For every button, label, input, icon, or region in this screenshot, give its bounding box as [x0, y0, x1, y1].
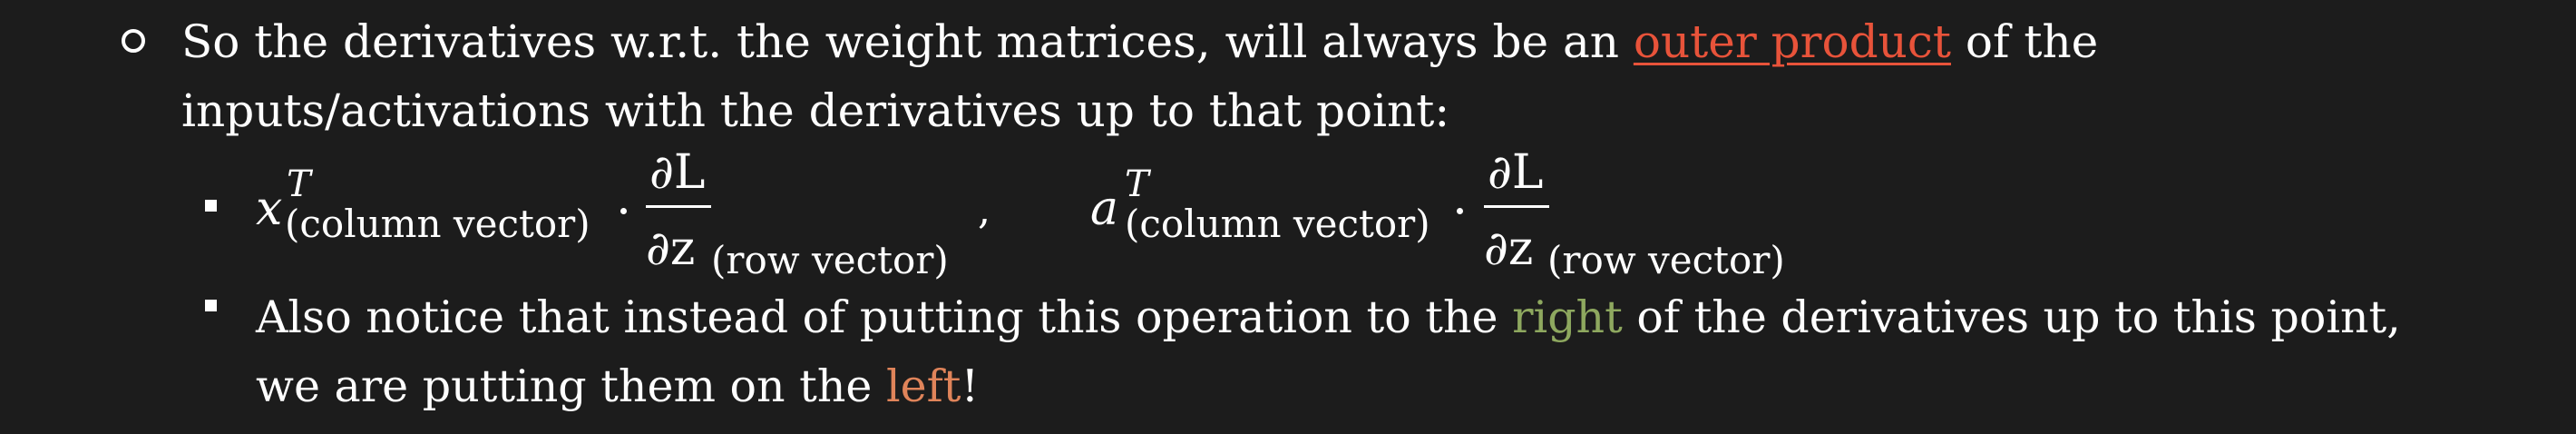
- right-word: right: [1512, 291, 1623, 343]
- formula-x: x: [256, 182, 283, 236]
- formula-a: a: [1090, 182, 1119, 236]
- formula-a-sub: (column vector): [1125, 202, 1430, 246]
- bullet-line-4: Also notice that instead of putting this…: [256, 291, 2401, 345]
- line4-text-before: Also notice that instead of putting this…: [256, 291, 1513, 343]
- formula-frac2-den: ∂z: [1484, 222, 1534, 276]
- line2-text: inputs/activations with the derivatives …: [181, 84, 1450, 137]
- formula-frac2-num: ∂L: [1488, 145, 1544, 200]
- left-word: left: [885, 360, 961, 412]
- formula-frac2-sub: (row vector): [1547, 238, 1785, 282]
- line5-text-after: !: [961, 360, 980, 412]
- line1-text-after: of the: [1950, 15, 2099, 68]
- formula-x-sub: (column vector): [285, 202, 590, 246]
- line5-text-before: we are putting them on the: [256, 360, 886, 412]
- formula-frac1-line: [646, 205, 711, 208]
- formula-frac2-line: [1484, 205, 1549, 208]
- formula-a-sup: T: [1125, 163, 1149, 205]
- bullet-line-5: we are putting them on the left!: [256, 360, 979, 414]
- bullet-line-2: inputs/activations with the derivatives …: [181, 84, 1449, 138]
- square-bullet-icon: [205, 200, 217, 212]
- square-bullet-icon: [205, 300, 217, 311]
- outer-product-link[interactable]: outer product: [1634, 15, 1951, 68]
- bullet-line-1: So the derivatives w.r.t. the weight mat…: [181, 15, 2098, 69]
- formula-dot-1: [620, 208, 627, 214]
- formula-x-sup: T: [287, 163, 311, 205]
- formula-frac1-den: ∂z: [646, 222, 696, 276]
- formula-dot-2: [1457, 208, 1463, 214]
- formula-comma: ,: [978, 187, 990, 233]
- line4-text-after: of the derivatives up to this point,: [1622, 291, 2401, 343]
- formula-frac1-num: ∂L: [649, 145, 706, 200]
- formula-frac1-sub: (row vector): [711, 238, 949, 282]
- circle-bullet-icon: [122, 29, 145, 53]
- line1-text-before: So the derivatives w.r.t. the weight mat…: [181, 15, 1634, 68]
